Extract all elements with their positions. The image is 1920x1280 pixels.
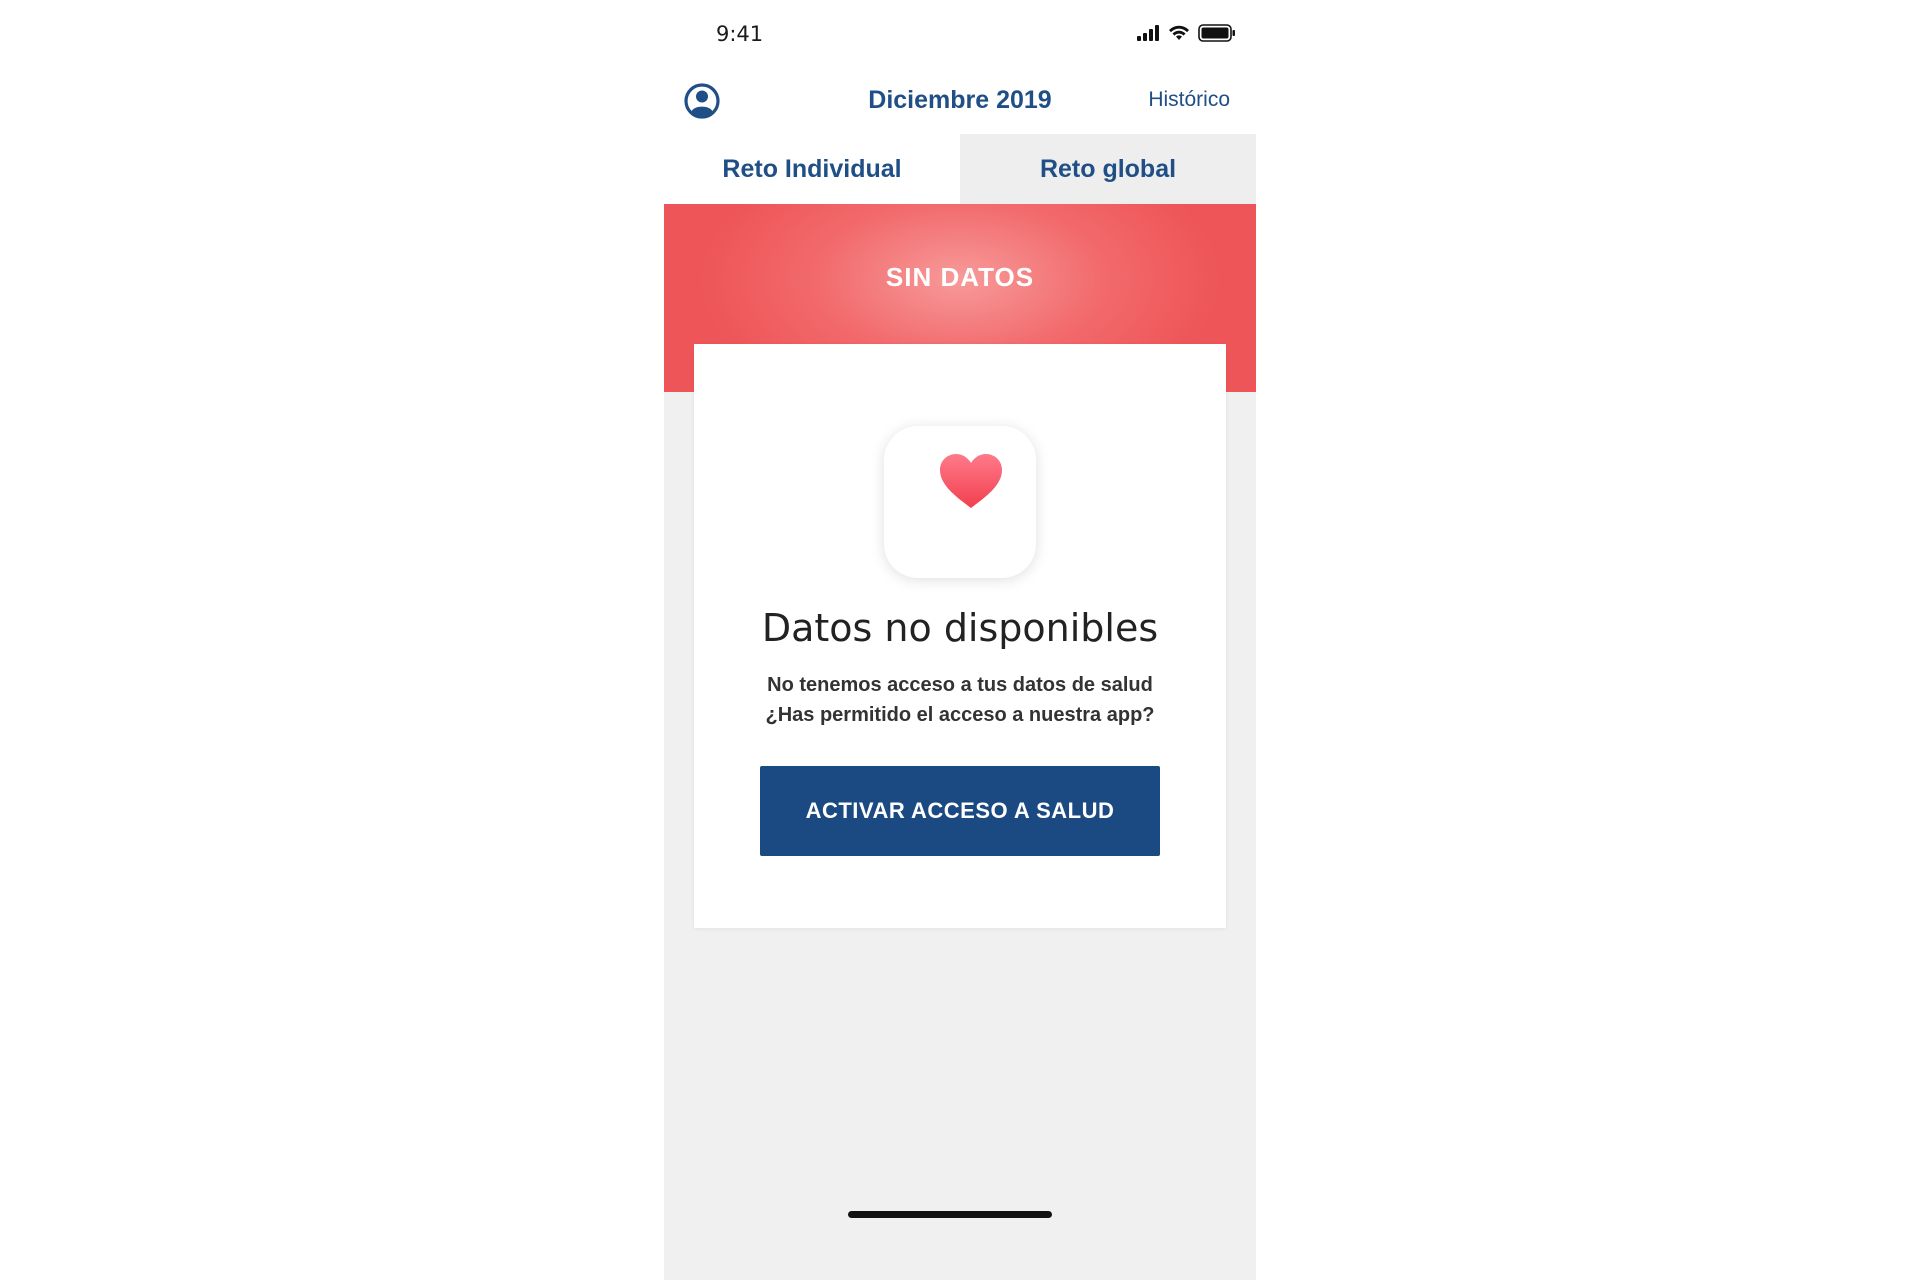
tab-individual-challenge[interactable]: Reto Individual	[664, 134, 960, 204]
health-app-icon	[884, 426, 1036, 578]
card-message-line-1: No tenemos acceso a tus datos de salud	[767, 674, 1153, 696]
wifi-icon	[1169, 25, 1189, 40]
card-title: Datos no disponibles	[761, 606, 1159, 650]
status-bar: 9:41	[664, 0, 1256, 70]
challenge-tabs: Reto Individual Reto global	[664, 134, 1256, 204]
no-data-card: Datos no disponibles No tenemos acceso a…	[694, 344, 1226, 928]
card-message-line-2: ¿Has permitido el acceso a nuestra app?	[765, 704, 1155, 726]
tab-global-challenge[interactable]: Reto global	[960, 134, 1256, 204]
battery-icon	[1198, 24, 1235, 42]
activate-health-access-button[interactable]: ACTIVAR ACCESO A SALUD	[760, 766, 1160, 856]
app-header: Diciembre 2019 Histórico	[664, 70, 1256, 134]
history-link[interactable]: Histórico	[1148, 88, 1230, 112]
status-time: 9:41	[716, 22, 764, 46]
phone-screen: 9:41 Diciembre 2019 Histórico Reto Indiv…	[664, 0, 1256, 1280]
status-icons	[1136, 24, 1236, 42]
card-message: No tenemos acceso a tus datos de salud ¿…	[694, 670, 1226, 730]
home-indicator	[848, 1211, 1052, 1218]
banner-title: SIN DATOS	[885, 262, 1035, 292]
heart-icon	[940, 454, 1002, 508]
signal-icon	[1137, 25, 1159, 41]
